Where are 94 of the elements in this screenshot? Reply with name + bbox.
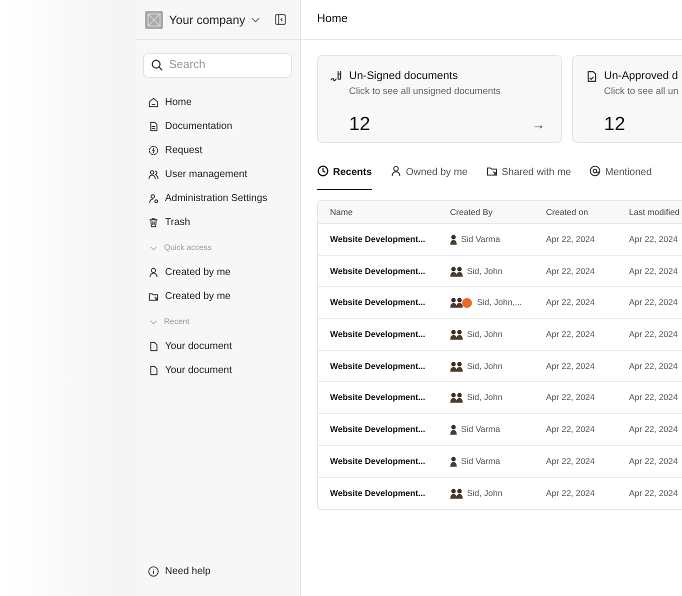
file-icon [148, 364, 159, 376]
creator-names: Sid, John,... [477, 296, 522, 310]
document-check-icon [585, 70, 598, 83]
users-icon [148, 168, 159, 180]
nav-item[interactable]: Trash [135, 210, 300, 234]
creator-names: Sid, John [467, 391, 502, 404]
card-subtitle: Click to see all un [604, 84, 680, 98]
trash-icon [148, 216, 159, 228]
card-count: 12 [604, 112, 626, 137]
creator-names: Sid, John [467, 328, 502, 341]
modified-date: Apr 22, 2024 [629, 454, 679, 468]
creator-names: Sid, John [467, 486, 502, 500]
card-title: Un-Signed documents [349, 69, 458, 84]
column-header: Created on [546, 206, 590, 218]
company-switcher[interactable]: Your company [169, 10, 260, 28]
more-users-icon [462, 298, 472, 308]
document-name[interactable]: Website Development... [330, 328, 450, 341]
chevron-icon [150, 320, 157, 324]
tab[interactable]: Mentioned [589, 165, 652, 190]
nav-item[interactable]: Documentation [135, 114, 300, 138]
search-field[interactable]: Search [143, 52, 292, 78]
shared-folder-icon [486, 165, 498, 177]
nav-item[interactable]: Created by me [135, 260, 300, 284]
at-icon [589, 165, 602, 177]
page-title: Home [317, 12, 348, 27]
document-name[interactable]: Website Development... [330, 296, 450, 310]
refresh-icon [148, 144, 159, 156]
document-icon [148, 120, 159, 132]
created-date: Apr 22, 2024 [546, 486, 596, 500]
search-icon [151, 58, 163, 70]
created-date: Apr 22, 2024 [546, 264, 596, 278]
modified-date: Apr 22, 2024 [629, 391, 679, 404]
nav-item[interactable]: Administration Settings [135, 186, 300, 210]
nav-item[interactable]: User management [135, 162, 300, 186]
avatar-icon [450, 234, 457, 245]
avatar-icon [450, 456, 457, 467]
creator-names: Sid Varma [461, 423, 500, 436]
column-header: Last modified [629, 206, 681, 218]
column-header: Created By [450, 206, 494, 218]
created-date: Apr 22, 2024 [546, 328, 596, 341]
creator-names: Sid, John [467, 264, 502, 278]
nav-item[interactable]: Home [135, 90, 300, 114]
nav-item[interactable]: Your document [135, 358, 300, 382]
modified-date: Apr 22, 2024 [629, 232, 679, 246]
nav-item[interactable]: Request [135, 138, 300, 162]
logo-icon [145, 10, 163, 28]
clock-icon [317, 165, 329, 177]
created-date: Apr 22, 2024 [546, 296, 596, 310]
modified-date: Apr 22, 2024 [629, 423, 679, 436]
nav-item[interactable]: Your document [135, 334, 300, 358]
chevron-down-icon [251, 16, 260, 22]
signature-icon [330, 70, 343, 83]
sidebar-toggle-icon[interactable] [275, 14, 286, 25]
user-icon [390, 165, 402, 177]
created-date: Apr 22, 2024 [546, 232, 596, 246]
created-date: Apr 22, 2024 [546, 454, 596, 468]
document-name[interactable]: Website Development... [330, 391, 450, 404]
creator-names: Sid Varma [461, 232, 500, 246]
document-name[interactable]: Website Development... [330, 454, 450, 468]
column-header: Name [330, 206, 354, 218]
modified-date: Apr 22, 2024 [629, 360, 679, 372]
home-icon [148, 96, 159, 108]
user-icon [148, 266, 159, 278]
help-link[interactable]: Need help [165, 564, 211, 579]
info-icon [148, 566, 159, 577]
creator-names: Sid, John [467, 360, 502, 372]
document-name[interactable]: Website Development... [330, 232, 450, 246]
modified-date: Apr 22, 2024 [629, 264, 679, 278]
created-date: Apr 22, 2024 [546, 391, 596, 404]
card-subtitle: Click to see all unsigned documents [349, 84, 502, 98]
card-count: 12 [349, 112, 370, 137]
tab[interactable]: Recents [317, 165, 372, 190]
creator-names: Sid Varma [461, 454, 500, 468]
summary-card[interactable]: Un-Signed documents Click to see all unsigned documents 12 → [317, 55, 562, 143]
created-date: Apr 22, 2024 [546, 423, 596, 436]
card-title: Un-Approved d [604, 69, 678, 84]
file-icon [148, 340, 159, 352]
summary-card[interactable]: Un-Approved d Click to see all un 12 [572, 55, 682, 143]
nav-item[interactable]: Created by me [135, 284, 300, 308]
created-date: Apr 22, 2024 [546, 360, 596, 372]
arrow-link[interactable]: → [532, 115, 545, 135]
modified-date: Apr 22, 2024 [629, 328, 679, 341]
document-name[interactable]: Website Development... [330, 423, 450, 436]
shared-folder-icon [148, 290, 159, 302]
modified-date: Apr 22, 2024 [629, 296, 679, 310]
modified-date: Apr 22, 2024 [629, 486, 679, 500]
document-name[interactable]: Website Development... [330, 360, 450, 372]
tab[interactable]: Shared with me [486, 165, 572, 190]
chevron-icon [150, 246, 157, 250]
avatar-icon [450, 424, 457, 435]
user-gear-icon [148, 192, 159, 204]
tab[interactable]: Owned by me [390, 165, 468, 190]
document-name[interactable]: Website Development... [330, 486, 450, 500]
document-name[interactable]: Website Development... [330, 264, 450, 278]
